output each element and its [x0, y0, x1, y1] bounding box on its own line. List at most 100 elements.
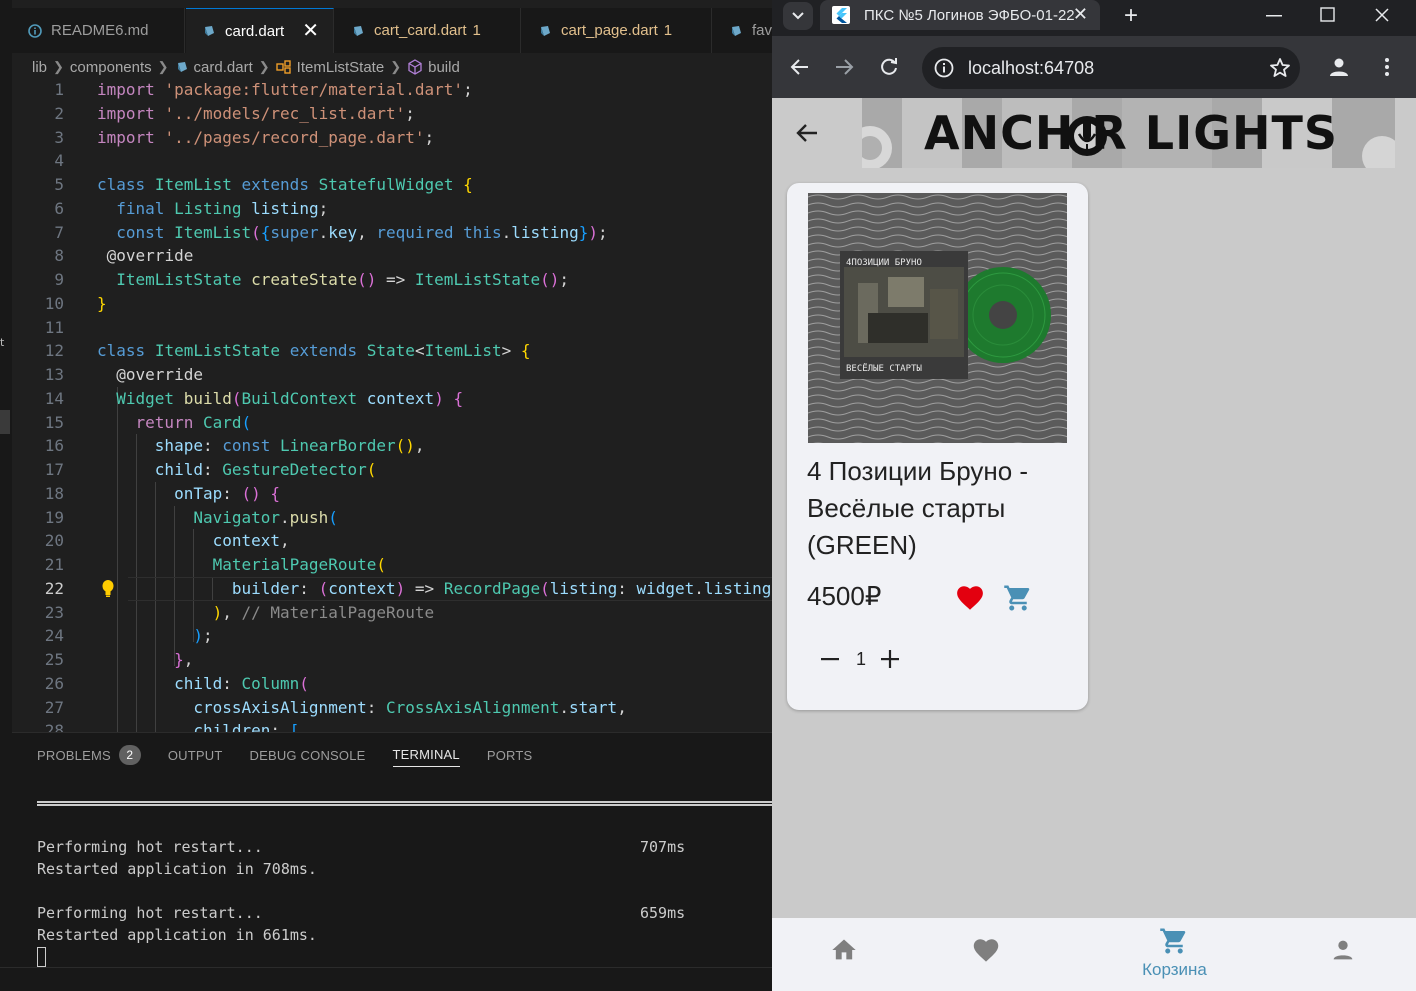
tab-output[interactable]: OUTPUT [168, 743, 223, 767]
code-line: import 'package:flutter/material.dart'; [97, 80, 473, 99]
chevron-down-icon [792, 12, 804, 20]
breadcrumb-item[interactable]: ItemListState [297, 59, 385, 76]
line-number: 6 [54, 199, 64, 218]
cover-text-top: 4ПОЗИЦИИ БРУНО [846, 258, 922, 268]
tab-search-button[interactable] [783, 2, 813, 30]
breadcrumb-item[interactable]: build [428, 59, 460, 76]
profile-icon[interactable] [1327, 55, 1351, 79]
address-bar[interactable]: localhost:64708 [922, 47, 1300, 89]
line-number: 13 [44, 365, 64, 384]
site-info-icon[interactable] [932, 56, 956, 80]
tab-cart-page-dart[interactable]: cart_page.dart 1 [522, 8, 712, 53]
line-number: 26 [44, 674, 64, 693]
bottom-navigation: Корзина [772, 918, 1416, 991]
side-letter: t [0, 336, 5, 349]
dart-file-icon [732, 25, 741, 36]
chevron-right-icon: ❯ [258, 59, 270, 74]
back-icon[interactable] [789, 56, 811, 78]
code-line: shape: const LinearBorder(), [154, 436, 425, 455]
tab-card-dart[interactable]: card.dart ✕ [186, 8, 334, 53]
more-options-icon[interactable] [1384, 56, 1390, 78]
cover-text-bottom: ВЕСЁЛЫЕ СТАРТЫ [846, 363, 922, 374]
dart-file-icon [205, 26, 214, 36]
code-line: import '../models/rec_list.dart'; [97, 104, 415, 123]
nav-profile[interactable] [1255, 918, 1416, 991]
url-text: localhost:64708 [968, 58, 1095, 78]
terminal-cursor[interactable] [37, 947, 46, 967]
store-logo-text: ANCH R LIGHTS [924, 106, 1338, 160]
class-symbol-icon [275, 60, 291, 74]
tab-fav[interactable]: fav [713, 8, 772, 53]
dart-file-icon [541, 25, 550, 36]
browser-tab[interactable]: ПКС №5 Логинов ЭФБО-01-22 ✕ [820, 0, 1100, 30]
nav-home[interactable] [772, 918, 933, 991]
store-banner: ANCH R LIGHTS [862, 98, 1395, 168]
code-line: } [97, 294, 107, 313]
tab-terminal[interactable]: TERMINAL [392, 743, 460, 767]
chevron-right-icon: ❯ [390, 59, 402, 74]
tab-label: cart_card.dart 1 [374, 22, 481, 39]
line-number: 11 [44, 318, 64, 337]
line-number: 27 [44, 698, 64, 717]
code-line: }, [174, 650, 194, 669]
breadcrumb-item[interactable]: lib [32, 59, 47, 76]
line-number: 1 [54, 80, 64, 99]
code-line: ItemListState createState() => ItemListS… [116, 270, 570, 289]
close-tab-icon[interactable]: ✕ [302, 21, 319, 41]
close-tab-icon[interactable]: ✕ [1073, 4, 1088, 25]
line-number: 28 [44, 721, 64, 732]
favorite-heart-icon[interactable] [955, 584, 985, 611]
browser-toolbar: localhost:64708 [772, 36, 1416, 98]
chevron-right-icon: ❯ [53, 59, 64, 74]
person-icon [1333, 940, 1353, 960]
breadcrumb-item[interactable]: card.dart [194, 59, 253, 76]
forward-icon[interactable] [833, 56, 855, 78]
maximize-icon[interactable] [1320, 7, 1336, 23]
bookmark-star-icon[interactable] [1268, 56, 1292, 80]
code-line: const ItemList({super.key, required this… [116, 223, 608, 242]
line-number: 15 [44, 413, 64, 432]
album-artwork: 4ПОЗИЦИИ БРУНО ВЕСЁЛЫЕ СТАРТЫ [808, 193, 1067, 443]
tab-cart-card-dart[interactable]: cart_card.dart 1 [335, 8, 521, 53]
active-marker [0, 410, 10, 434]
cart-icon [1160, 928, 1186, 954]
method-symbol-icon [408, 59, 422, 75]
line-number: 10 [44, 294, 64, 313]
nav-cart[interactable]: Корзина [1094, 918, 1255, 991]
reload-icon[interactable] [878, 56, 900, 78]
tab-label: README6.md [51, 22, 149, 39]
home-icon [832, 939, 856, 960]
line-number: 5 [54, 175, 64, 194]
chevron-right-icon: ❯ [157, 59, 169, 74]
code-line: class ItemListState extends State<ItemLi… [97, 341, 531, 360]
editor-tab-bar: README6.md card.dart ✕ cart_card.dart 1 c… [12, 8, 772, 53]
decrease-quantity-icon[interactable] [820, 649, 840, 669]
terminal-line: Performing hot restart... [37, 838, 263, 856]
tab-readme6[interactable]: README6.md [12, 8, 185, 53]
line-number: 14 [44, 389, 64, 408]
nav-favorites[interactable] [933, 918, 1094, 991]
browser-tab-strip: ПКС №5 Логинов ЭФБО-01-22 ✕ + [772, 0, 1416, 36]
back-arrow-icon[interactable] [794, 120, 820, 146]
breadcrumb-item[interactable]: components [70, 59, 152, 76]
code-line: ), // MaterialPageRoute [212, 603, 435, 622]
album-cover-image: 4ПОЗИЦИИ БРУНО ВЕСЁЛЫЕ СТАРТЫ [808, 193, 1067, 443]
line-number: 18 [44, 484, 64, 503]
tab-ports[interactable]: PORTS [487, 743, 533, 767]
code-line: Navigator.push( [193, 508, 338, 527]
close-window-icon[interactable] [1374, 7, 1390, 23]
breadcrumb: lib ❯ components ❯ card.dart ❯ ItemListS… [32, 56, 460, 78]
dart-file-icon [177, 62, 187, 72]
code-line: MaterialPageRoute( [212, 555, 386, 574]
code-line: onTap: () { [174, 484, 281, 503]
minimize-icon[interactable] [1266, 14, 1282, 18]
tab-problems[interactable]: PROBLEMS 2 [37, 743, 141, 767]
new-tab-button[interactable]: + [1124, 2, 1138, 30]
product-card[interactable]: 4ПОЗИЦИИ БРУНО ВЕСЁЛЫЕ СТАРТЫ 4 Позиции … [787, 183, 1088, 710]
tab-debug-console[interactable]: DEBUG CONSOLE [250, 743, 366, 767]
line-number: 24 [44, 626, 64, 645]
code-editor[interactable]: 1 2 3 4 5 6 7 8 9 10 11 12 13 14 15 16 1… [12, 78, 772, 732]
product-title[interactable]: 4 Позиции Бруно - Весёлые старты (GREEN) [807, 453, 1069, 564]
add-to-cart-icon[interactable] [1003, 583, 1033, 613]
increase-quantity-icon[interactable] [880, 649, 900, 669]
